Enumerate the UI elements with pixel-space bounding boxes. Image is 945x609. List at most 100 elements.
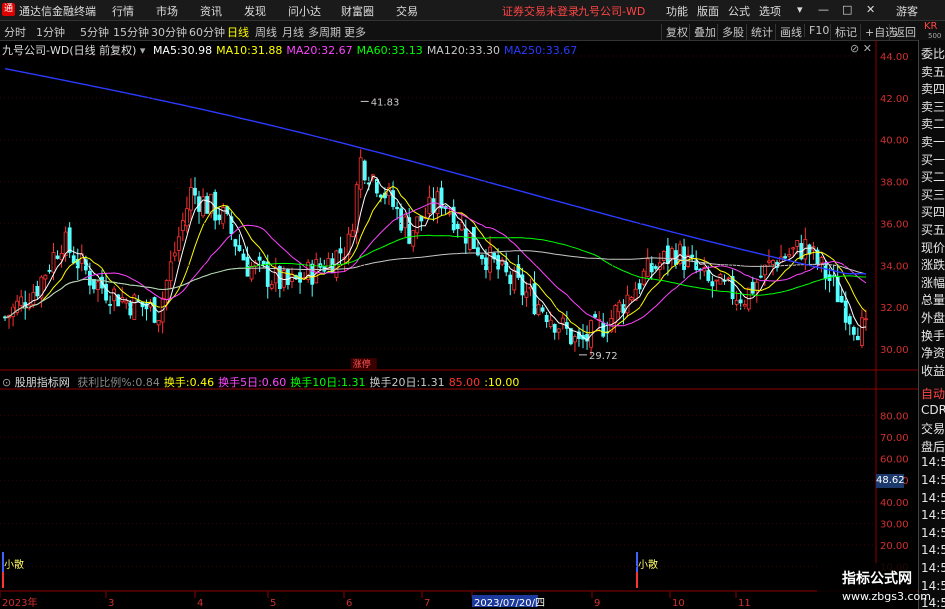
candle-body bbox=[738, 299, 743, 304]
indicator-legend: 获利比例%:0.84 换手:0.46 换手5日:0.60 换手10日:1.31 换手20… bbox=[73, 376, 519, 389]
candle-body bbox=[783, 256, 788, 259]
chart-tool-icons[interactable]: ⊘ ✕ bbox=[850, 42, 872, 55]
candle-body bbox=[31, 292, 36, 305]
candle-body bbox=[217, 214, 222, 221]
multi-stock-button[interactable]: 多股 bbox=[717, 24, 748, 40]
candle-body bbox=[128, 302, 133, 316]
candle-body bbox=[455, 223, 460, 230]
ma-legend-item: MA10:31.88 bbox=[216, 44, 283, 57]
candle-body bbox=[771, 260, 775, 265]
candle-body bbox=[164, 280, 169, 300]
moving-average-lines: 41.83 29.72 涨停 bbox=[4, 67, 867, 370]
period-tab-more[interactable]: 更多 bbox=[344, 24, 366, 40]
candle-body bbox=[11, 306, 15, 317]
login-status[interactable]: 证券交易未登录 bbox=[502, 3, 579, 19]
quote-lower-label: 交易 bbox=[921, 422, 945, 437]
candle-body bbox=[67, 227, 72, 253]
minimize-icon[interactable]: — bbox=[818, 3, 829, 16]
mark-button[interactable]: 标记 bbox=[830, 24, 861, 40]
menu-formula[interactable]: 公式 bbox=[728, 3, 750, 19]
overlay-button[interactable]: 叠加 bbox=[689, 24, 720, 40]
period-tab-weekly[interactable]: 周线 bbox=[255, 24, 277, 40]
candle-body bbox=[593, 314, 598, 318]
indicator-legend-item: 获利比例%:0.84 bbox=[77, 376, 160, 389]
candle-body bbox=[92, 279, 96, 290]
candle-body bbox=[269, 284, 274, 289]
candle-body bbox=[823, 263, 828, 280]
period-tab-multi[interactable]: 多周期 bbox=[308, 24, 341, 40]
menu-layout[interactable]: 版面 bbox=[697, 3, 719, 19]
candle-body bbox=[540, 307, 545, 312]
guest-label[interactable]: 游客 bbox=[896, 3, 918, 19]
menu-ask[interactable]: 问小达 bbox=[288, 3, 321, 19]
quote-field-label: 换手 bbox=[921, 328, 945, 343]
quote-field-label: 买一 bbox=[921, 152, 945, 167]
kline-chart-area[interactable]: 41.8329.72涨停 小散 小散 44.0042.0040.0038.0036… bbox=[0, 40, 918, 609]
adjust-button[interactable]: 复权 bbox=[661, 24, 692, 40]
candle-body bbox=[180, 220, 185, 232]
stats-button[interactable]: 统计 bbox=[746, 24, 777, 40]
indicator-y-tick-label: 20.00 bbox=[880, 541, 909, 552]
indicator-legend-item: :10.00 bbox=[484, 376, 520, 389]
period-tab-daily[interactable]: 日线 bbox=[227, 24, 249, 40]
candle-body bbox=[851, 327, 856, 335]
candle-body bbox=[710, 281, 715, 287]
quote-field-label: 收益 bbox=[921, 363, 945, 378]
candle-body bbox=[653, 266, 658, 269]
candle-body bbox=[750, 281, 755, 294]
candle-body bbox=[399, 208, 404, 231]
menu-function[interactable]: 功能 bbox=[666, 3, 688, 19]
close-icon[interactable]: ✕ bbox=[866, 3, 875, 16]
f10-button[interactable]: F10 bbox=[804, 24, 833, 37]
indicator-collapse-icon[interactable]: ⊙ bbox=[2, 376, 11, 389]
signal-label: 小散 bbox=[4, 558, 24, 571]
quote-field-label: 委比 bbox=[921, 47, 945, 61]
draw-line-button[interactable]: 画线 bbox=[775, 24, 806, 40]
candle-body bbox=[310, 263, 315, 285]
menu-discover[interactable]: 发现 bbox=[244, 3, 266, 19]
period-tab-fenshi[interactable]: 分时 bbox=[4, 24, 26, 40]
period-tab-30min[interactable]: 30分钟 bbox=[151, 24, 187, 40]
x-tick-label: 3 bbox=[108, 598, 114, 609]
x-tick-label: 2023年 bbox=[2, 596, 37, 609]
x-tick-label: 6 bbox=[346, 598, 352, 609]
candle-body bbox=[795, 240, 800, 247]
candle-body bbox=[476, 247, 480, 256]
candle-body bbox=[362, 160, 367, 181]
menu-wealth[interactable]: 财富圈 bbox=[341, 3, 374, 19]
candle-body bbox=[714, 279, 719, 282]
candle-body bbox=[613, 305, 618, 324]
indicator-legend-item: 换手:0.46 bbox=[163, 376, 215, 389]
quote-lower-label: 14:56 bbox=[921, 561, 945, 575]
period-tab-15min[interactable]: 15分钟 bbox=[113, 24, 149, 40]
menu-quotes[interactable]: 行情 bbox=[112, 3, 134, 19]
quote-field-label: 卖二 bbox=[921, 117, 945, 132]
menu-trade[interactable]: 交易 bbox=[396, 3, 418, 19]
chart-collapse-icon[interactable]: ▾ bbox=[140, 44, 146, 57]
quote-field-label: 买二 bbox=[921, 170, 945, 185]
candle-body bbox=[233, 239, 238, 247]
period-tab-5min[interactable]: 5分钟 bbox=[80, 24, 109, 40]
candle-body bbox=[690, 254, 695, 258]
menu-market[interactable]: 市场 bbox=[156, 3, 178, 19]
candle-body bbox=[172, 252, 177, 257]
period-tab-monthly[interactable]: 月线 bbox=[282, 24, 304, 40]
menu-news[interactable]: 资讯 bbox=[200, 3, 222, 19]
dropdown-icon[interactable]: ▾ bbox=[797, 3, 803, 16]
candle-body bbox=[43, 274, 48, 280]
quote-lower-label: 14:56 bbox=[921, 543, 945, 558]
event-tag-label: 涨停 bbox=[353, 358, 371, 370]
candle-body bbox=[552, 324, 557, 333]
candle-body bbox=[637, 283, 642, 290]
back-button[interactable]: 返回 bbox=[889, 24, 920, 40]
candle-body bbox=[718, 274, 723, 285]
maximize-icon[interactable]: □ bbox=[842, 3, 852, 16]
indicator-legend-item: 换手5日:0.60 bbox=[218, 376, 287, 389]
candle-body bbox=[496, 255, 501, 270]
period-tab-1min[interactable]: 1分钟 bbox=[36, 24, 65, 40]
x-tick-label: 10 bbox=[672, 598, 685, 609]
candle-body bbox=[556, 328, 561, 333]
candle-body bbox=[96, 281, 100, 291]
period-tab-60min[interactable]: 60分钟 bbox=[189, 24, 225, 40]
menu-options[interactable]: 选项 bbox=[759, 3, 781, 19]
